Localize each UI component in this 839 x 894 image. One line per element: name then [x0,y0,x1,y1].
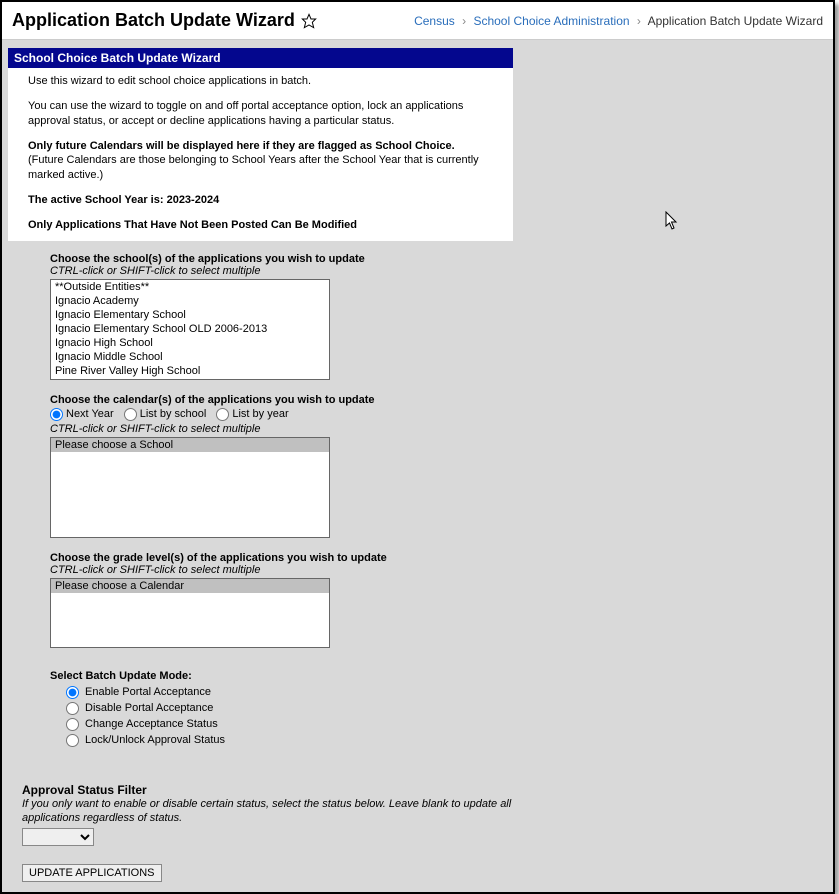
schools-label: Choose the school(s) of the applications… [50,253,482,265]
page-title: Application Batch Update Wizard [12,10,317,31]
calendars-placeholder: Please choose a School [51,438,329,452]
intro-p1: Use this wizard to edit school choice ap… [28,74,493,89]
school-option[interactable]: Pine River Valley High School [51,364,329,378]
schools-list[interactable]: **Outside Entities**Ignacio AcademyIgnac… [50,279,330,380]
grades-hint: CTRL-click or SHIFT-click to select mult… [50,564,482,576]
chevron-right-icon: › [637,14,641,28]
radio-disable-portal[interactable]: Disable Portal Acceptance [66,702,482,715]
school-option[interactable]: Ignacio Middle School [51,350,329,364]
radio-next-year[interactable]: Next Year [50,408,114,421]
filter-heading: Approval Status Filter [22,783,833,797]
calendars-group: Choose the calendar(s) of the applicatio… [50,394,482,538]
radio-list-by-school[interactable]: List by school [124,408,207,421]
cursor-icon [665,211,681,231]
school-option[interactable]: Ignacio Academy [51,294,329,308]
radio-list-by-year[interactable]: List by year [216,408,288,421]
breadcrumb-school-choice-admin[interactable]: School Choice Administration [473,14,629,28]
intro-p3-bold: Only future Calendars will be displayed … [28,140,455,152]
radio-enable-portal[interactable]: Enable Portal Acceptance [66,686,482,699]
school-option[interactable]: **Outside Entities** [51,280,329,294]
intro-box: Use this wizard to edit school choice ap… [8,68,513,241]
radio-lock-unlock-input[interactable] [66,734,79,747]
mode-label: Select Batch Update Mode: [50,670,482,682]
chevron-right-icon: › [462,14,466,28]
school-option[interactable]: Ignacio Elementary School OLD 2006-2013 [51,322,329,336]
status-filter-select[interactable] [22,828,94,846]
intro-p3: Only future Calendars will be displayed … [28,139,493,184]
radio-disable-portal-input[interactable] [66,702,79,715]
school-option[interactable]: Ignacio Elementary School [51,308,329,322]
mode-radios: Enable Portal Acceptance Disable Portal … [66,686,482,747]
page-header: Application Batch Update Wizard Census ›… [2,2,833,40]
intro-p3-rest: (Future Calendars are those belonging to… [28,154,479,181]
filter-section: Approval Status Filter If you only want … [2,761,833,847]
breadcrumb: Census › School Choice Administration › … [414,14,823,28]
section-title: School Choice Batch Update Wizard [8,48,513,68]
radio-lock-unlock[interactable]: Lock/Unlock Approval Status [66,734,482,747]
radio-list-by-school-input[interactable] [124,408,137,421]
schools-hint: CTRL-click or SHIFT-click to select mult… [50,265,482,277]
breadcrumb-current: Application Batch Update Wizard [648,14,823,28]
radio-enable-portal-input[interactable] [66,686,79,699]
school-option[interactable]: Ignacio High School [51,336,329,350]
update-applications-button[interactable]: UPDATE APPLICATIONS [22,864,162,882]
schools-group: Choose the school(s) of the applications… [50,253,482,380]
radio-change-status-input[interactable] [66,718,79,731]
favorite-star-icon[interactable] [301,13,317,29]
grades-list[interactable]: Please choose a Calendar [50,578,330,648]
intro-p5: Only Applications That Have Not Been Pos… [28,218,493,233]
radio-change-status[interactable]: Change Acceptance Status [66,718,482,731]
filter-hint: If you only want to enable or disable ce… [22,797,522,826]
grades-label: Choose the grade level(s) of the applica… [50,552,482,564]
intro-p4: The active School Year is: 2023-2024 [28,193,493,208]
calendars-label: Choose the calendar(s) of the applicatio… [50,394,482,406]
radio-list-by-year-input[interactable] [216,408,229,421]
intro-p2: You can use the wizard to toggle on and … [28,99,493,129]
grades-placeholder: Please choose a Calendar [51,579,329,593]
calendars-list[interactable]: Please choose a School [50,437,330,538]
calendar-mode-radios: Next Year List by school List by year [50,408,482,421]
grades-group: Choose the grade level(s) of the applica… [50,552,482,648]
page-title-text: Application Batch Update Wizard [12,10,295,31]
calendars-hint: CTRL-click or SHIFT-click to select mult… [50,423,482,435]
radio-next-year-input[interactable] [50,408,63,421]
breadcrumb-census[interactable]: Census [414,14,455,28]
mode-group: Select Batch Update Mode: Enable Portal … [50,670,482,747]
